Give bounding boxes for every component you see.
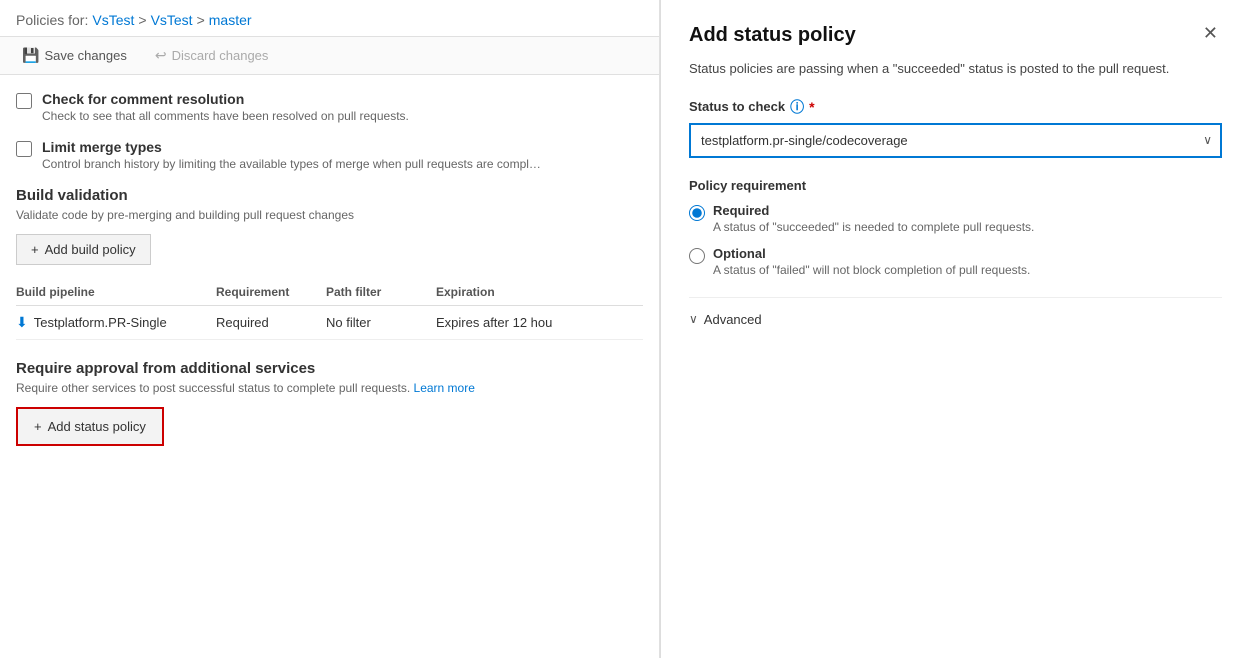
optional-option: Optional A status of "failed" will not b… [689, 246, 1222, 277]
build-validation-title: Build validation [16, 187, 643, 204]
advanced-toggle-button[interactable]: ∨ Advanced [689, 312, 762, 327]
advanced-section: ∨ Advanced [689, 297, 1222, 327]
content-area: Check for comment resolution Check to se… [0, 75, 659, 658]
pipeline-icon: ⬇ [16, 314, 28, 331]
breadcrumb-branch: master [209, 12, 252, 28]
limit-merge-checkbox[interactable] [16, 141, 32, 157]
build-validation-desc: Validate code by pre-merging and buildin… [16, 208, 643, 222]
learn-more-link[interactable]: Learn more [414, 381, 475, 395]
breadcrumb-label: Policies for: [16, 12, 88, 28]
limit-merge-desc: Control branch history by limiting the a… [42, 157, 541, 171]
comment-resolution-desc: Check to see that all comments have been… [42, 109, 409, 123]
add-build-policy-button[interactable]: + Add build policy [16, 234, 151, 265]
col-requirement: Requirement [216, 285, 326, 299]
status-select-wrapper: testplatform.pr-single/codecoverage ∨ [689, 123, 1222, 158]
save-icon: 💾 [22, 47, 39, 64]
requirement-cell: Required [216, 315, 326, 330]
limit-merge-title: Limit merge types [42, 139, 541, 155]
add-build-policy-label: Add build policy [45, 242, 136, 257]
chevron-down-icon: ∨ [689, 312, 698, 326]
toolbar: 💾 Save changes ↩ Discard changes [0, 37, 659, 75]
limit-merge-item: Limit merge types Control branch history… [16, 139, 643, 171]
policy-requirement-label: Policy requirement [689, 178, 1222, 193]
modal-description: Status policies are passing when a "succ… [689, 59, 1222, 79]
col-path-filter: Path filter [326, 285, 436, 299]
optional-radio-title: Optional [713, 246, 1030, 261]
info-icon[interactable]: ⓘ [790, 97, 804, 117]
required-star: * [809, 99, 814, 115]
advanced-label: Advanced [704, 312, 762, 327]
breadcrumb-repo[interactable]: VsTest [151, 12, 193, 28]
required-option: Required A status of "succeeded" is need… [689, 203, 1222, 234]
save-label: Save changes [44, 48, 126, 63]
status-select[interactable]: testplatform.pr-single/codecoverage [689, 123, 1222, 158]
breadcrumb: Policies for: VsTest > VsTest > master [0, 0, 659, 37]
table-row[interactable]: ⬇ Testplatform.PR-Single Required No fil… [16, 306, 643, 340]
path-filter-cell: No filter [326, 315, 436, 330]
close-icon: ✕ [1203, 23, 1218, 43]
add-status-policy-button[interactable]: + Add status policy [16, 407, 164, 446]
status-to-check-field: Status to check ⓘ * testplatform.pr-sing… [689, 97, 1222, 158]
optional-radio[interactable] [689, 248, 705, 264]
require-approval-text: Require other services to post successfu… [16, 381, 414, 395]
status-field-label: Status to check ⓘ * [689, 97, 1222, 117]
status-label-text: Status to check [689, 99, 785, 114]
save-changes-button[interactable]: 💾 Save changes [16, 43, 133, 68]
pipeline-name: Testplatform.PR-Single [34, 315, 167, 330]
expiration-cell: Expires after 12 hou [436, 315, 643, 330]
modal-header: Add status policy ✕ [689, 24, 1222, 47]
plus-icon: + [31, 242, 39, 257]
policy-requirement-section: Policy requirement Required A status of … [689, 178, 1222, 277]
require-approval-title: Require approval from additional service… [16, 360, 643, 377]
breadcrumb-project[interactable]: VsTest [92, 12, 134, 28]
comment-resolution-checkbox[interactable] [16, 93, 32, 109]
build-validation-section: Build validation Validate code by pre-me… [16, 187, 643, 340]
required-radio-desc: A status of "succeeded" is needed to com… [713, 220, 1034, 234]
require-approval-desc: Require other services to post successfu… [16, 381, 643, 395]
status-plus-icon: + [34, 419, 42, 434]
comment-resolution-title: Check for comment resolution [42, 91, 409, 107]
discard-label: Discard changes [172, 48, 269, 63]
required-radio[interactable] [689, 205, 705, 221]
add-status-policy-label: Add status policy [48, 419, 146, 434]
modal-title: Add status policy [689, 24, 856, 47]
col-pipeline: Build pipeline [16, 285, 216, 299]
require-approval-section: Require approval from additional service… [16, 360, 643, 446]
add-status-policy-panel: Add status policy ✕ Status policies are … [660, 0, 1250, 658]
left-panel: Policies for: VsTest > VsTest > master 💾… [0, 0, 660, 658]
breadcrumb-sep1: > [138, 12, 146, 28]
optional-radio-desc: A status of "failed" will not block comp… [713, 263, 1030, 277]
required-radio-title: Required [713, 203, 1034, 218]
breadcrumb-sep2: > [197, 12, 205, 28]
discard-changes-button[interactable]: ↩ Discard changes [149, 43, 275, 68]
close-button[interactable]: ✕ [1199, 24, 1222, 42]
pipeline-cell: ⬇ Testplatform.PR-Single [16, 314, 216, 331]
discard-icon: ↩ [155, 47, 167, 64]
comment-resolution-item: Check for comment resolution Check to se… [16, 91, 643, 123]
build-table-header: Build pipeline Requirement Path filter E… [16, 279, 643, 306]
col-expiration: Expiration [436, 285, 643, 299]
